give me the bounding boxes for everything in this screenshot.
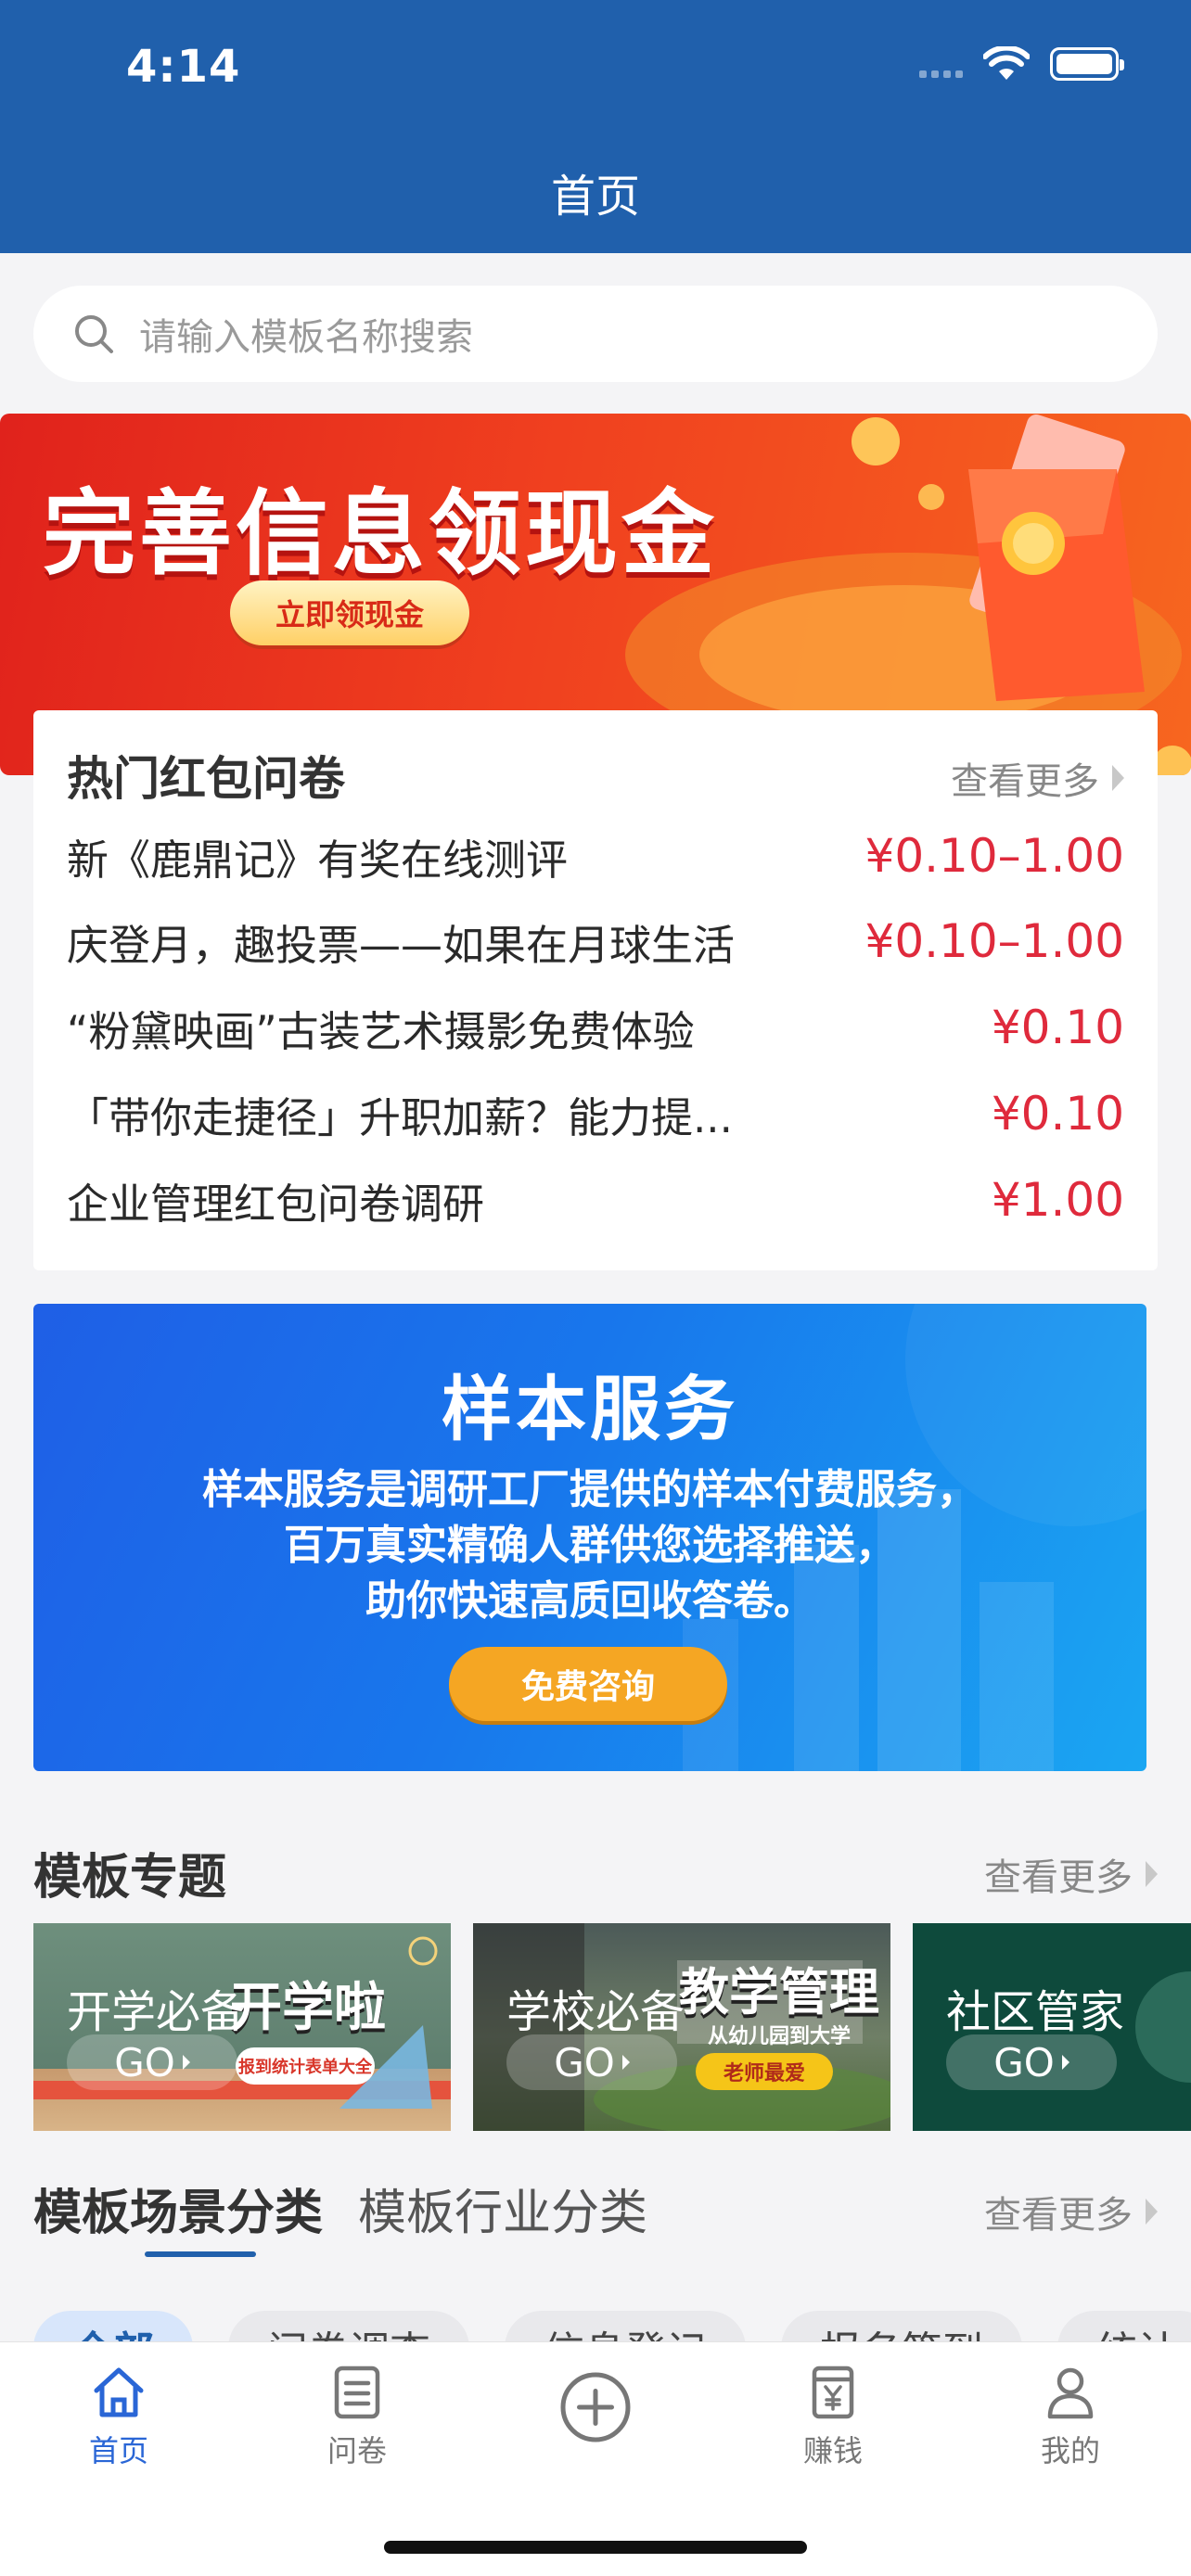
sample-service-title: 样本服务 <box>442 1368 738 1450</box>
tab-earn[interactable]: 赚钱 <box>759 2363 907 2470</box>
home-icon <box>94 2367 144 2417</box>
survey-reward: ¥0.10–1.00 <box>864 914 1124 968</box>
search-input[interactable]: 请输入模板名称搜索 <box>33 286 1158 382</box>
hot-surveys-title: 热门红包问卷 <box>67 752 345 806</box>
sample-service-line: 样本服务是调研工厂提供的样本付费服务， <box>202 1466 978 1513</box>
survey-reward: ¥0.10 <box>991 1001 1124 1054</box>
claim-cash-button[interactable]: 立即领现金 <box>230 580 469 645</box>
topic-card-back-to-school[interactable]: 开学啦 开学必备 GO 报到统计表单大全 <box>33 1923 451 2131</box>
tab-profile[interactable]: 我的 <box>996 2363 1145 2470</box>
topic-tag: 从幼儿园到大学 <box>707 2025 851 2048</box>
categories-see-more[interactable]: 查看更多 <box>984 2185 1158 2238</box>
topic-card-school[interactable]: 教学管理 学校必备 GO 从幼儿园到大学 老师最爱 <box>473 1923 890 2131</box>
topic-go-button[interactable]: GO <box>946 2034 1117 2090</box>
hot-surveys-card: 热门红包问卷 查看更多 新《鹿鼎记》有奖在线测评 ¥0.10–1.00 庆登月，… <box>33 710 1158 1270</box>
topic-label: 开学必备 <box>67 1986 246 2038</box>
survey-row[interactable]: 企业管理红包问卷调研 ¥1.00 <box>67 1167 1124 1232</box>
topic-label: 社区管家 <box>946 1986 1125 2038</box>
status-time: 4:14 <box>126 41 241 93</box>
tab-industry-category[interactable]: 模板行业分类 <box>358 2174 647 2243</box>
active-tab-indicator <box>145 2251 256 2257</box>
survey-row[interactable]: 新《鹿鼎记》有奖在线测评 ¥0.10–1.00 <box>67 823 1124 888</box>
signal-icon <box>919 50 963 78</box>
tab-survey[interactable]: 问卷 <box>283 2363 431 2470</box>
topic-big-text: 教学管理 <box>679 1963 879 2021</box>
survey-title: 企业管理红包问卷调研 <box>67 1179 485 1229</box>
survey-reward: ¥1.00 <box>991 1173 1124 1227</box>
tab-label: 首页 <box>88 2433 148 2468</box>
survey-title: 「带你走捷径」升职加薪？能力提... <box>67 1092 733 1142</box>
cash-banner-title: 完善信息领现金 <box>43 479 718 588</box>
topic-tag: 报到统计表单大全 <box>236 2047 375 2085</box>
sample-service-banner[interactable]: 样本服务 样本服务是调研工厂提供的样本付费服务， 百万真实精确人群供您选择推送，… <box>33 1304 1146 1771</box>
free-consult-button[interactable]: 免费咨询 <box>449 1647 727 1721</box>
see-more-label: 查看更多 <box>984 2194 1133 2237</box>
go-label: GO <box>114 2039 175 2085</box>
play-arrow-icon <box>1061 2055 1069 2070</box>
add-circle-icon <box>560 2372 631 2442</box>
search-icon <box>75 315 113 353</box>
topic-big-text: 开学啦 <box>230 1978 386 2038</box>
survey-title: “粉黛映画”古装艺术摄影免费体验 <box>67 1006 695 1056</box>
yen-icon <box>812 2366 854 2419</box>
topic-go-button[interactable]: GO <box>506 2034 677 2090</box>
topic-label: 学校必备 <box>506 1986 685 2038</box>
app-header: 4:14 首页 <box>0 0 1191 253</box>
wifi-icon <box>983 46 1030 80</box>
tab-scene-category[interactable]: 模板场景分类 <box>33 2174 323 2243</box>
survey-reward: ¥0.10–1.00 <box>864 829 1124 883</box>
category-tabs: 模板场景分类 模板行业分类 <box>33 2174 647 2243</box>
search-placeholder: 请输入模板名称搜索 <box>139 316 473 359</box>
survey-title: 庆登月，趣投票——如果在月球生活 <box>67 920 736 970</box>
hot-surveys-see-more[interactable]: 查看更多 <box>951 751 1124 805</box>
page-title: 首页 <box>550 171 640 223</box>
tab-label: 赚钱 <box>802 2433 863 2468</box>
tab-label: 问卷 <box>327 2433 387 2468</box>
survey-row[interactable]: 「带你走捷径」升职加薪？能力提... ¥0.10 <box>67 1081 1124 1146</box>
user-icon <box>1047 2367 1094 2419</box>
sample-service-line: 助你快速高质回收答卷。 <box>365 1577 814 1625</box>
topic-tag: 老师最爱 <box>696 2053 833 2090</box>
topic-go-button[interactable]: GO <box>67 2034 237 2090</box>
survey-reward: ¥0.10 <box>991 1087 1124 1141</box>
template-topics-see-more[interactable]: 查看更多 <box>984 1847 1158 1901</box>
tab-label: 我的 <box>1040 2433 1100 2468</box>
survey-row[interactable]: “粉黛映画”古装艺术摄影免费体验 ¥0.10 <box>67 995 1124 1060</box>
topic-card-community[interactable]: 社区管家 GO <box>913 1923 1191 2131</box>
chevron-right-icon <box>1146 1861 1158 1887</box>
play-arrow-icon <box>621 2055 630 2070</box>
survey-row[interactable]: 庆登月，趣投票——如果在月球生活 ¥0.10–1.00 <box>67 909 1124 974</box>
sample-service-line: 百万真实精确人群供您选择推送， <box>284 1522 896 1569</box>
see-more-label: 查看更多 <box>951 760 1099 803</box>
tab-home[interactable]: 首页 <box>45 2363 193 2470</box>
document-icon <box>334 2366 380 2419</box>
chevron-right-icon <box>1146 2199 1158 2225</box>
template-topics-title: 模板专题 <box>33 1850 227 1906</box>
survey-title: 新《鹿鼎记》有奖在线测评 <box>67 835 569 885</box>
tab-create[interactable] <box>521 2370 670 2450</box>
go-label: GO <box>554 2039 615 2085</box>
play-arrow-icon <box>182 2055 190 2070</box>
battery-icon <box>1050 47 1124 81</box>
chevron-right-icon <box>1112 765 1124 791</box>
go-label: GO <box>993 2039 1055 2085</box>
status-icons <box>919 46 1124 82</box>
home-indicator[interactable] <box>384 2541 807 2554</box>
see-more-label: 查看更多 <box>984 1856 1133 1899</box>
